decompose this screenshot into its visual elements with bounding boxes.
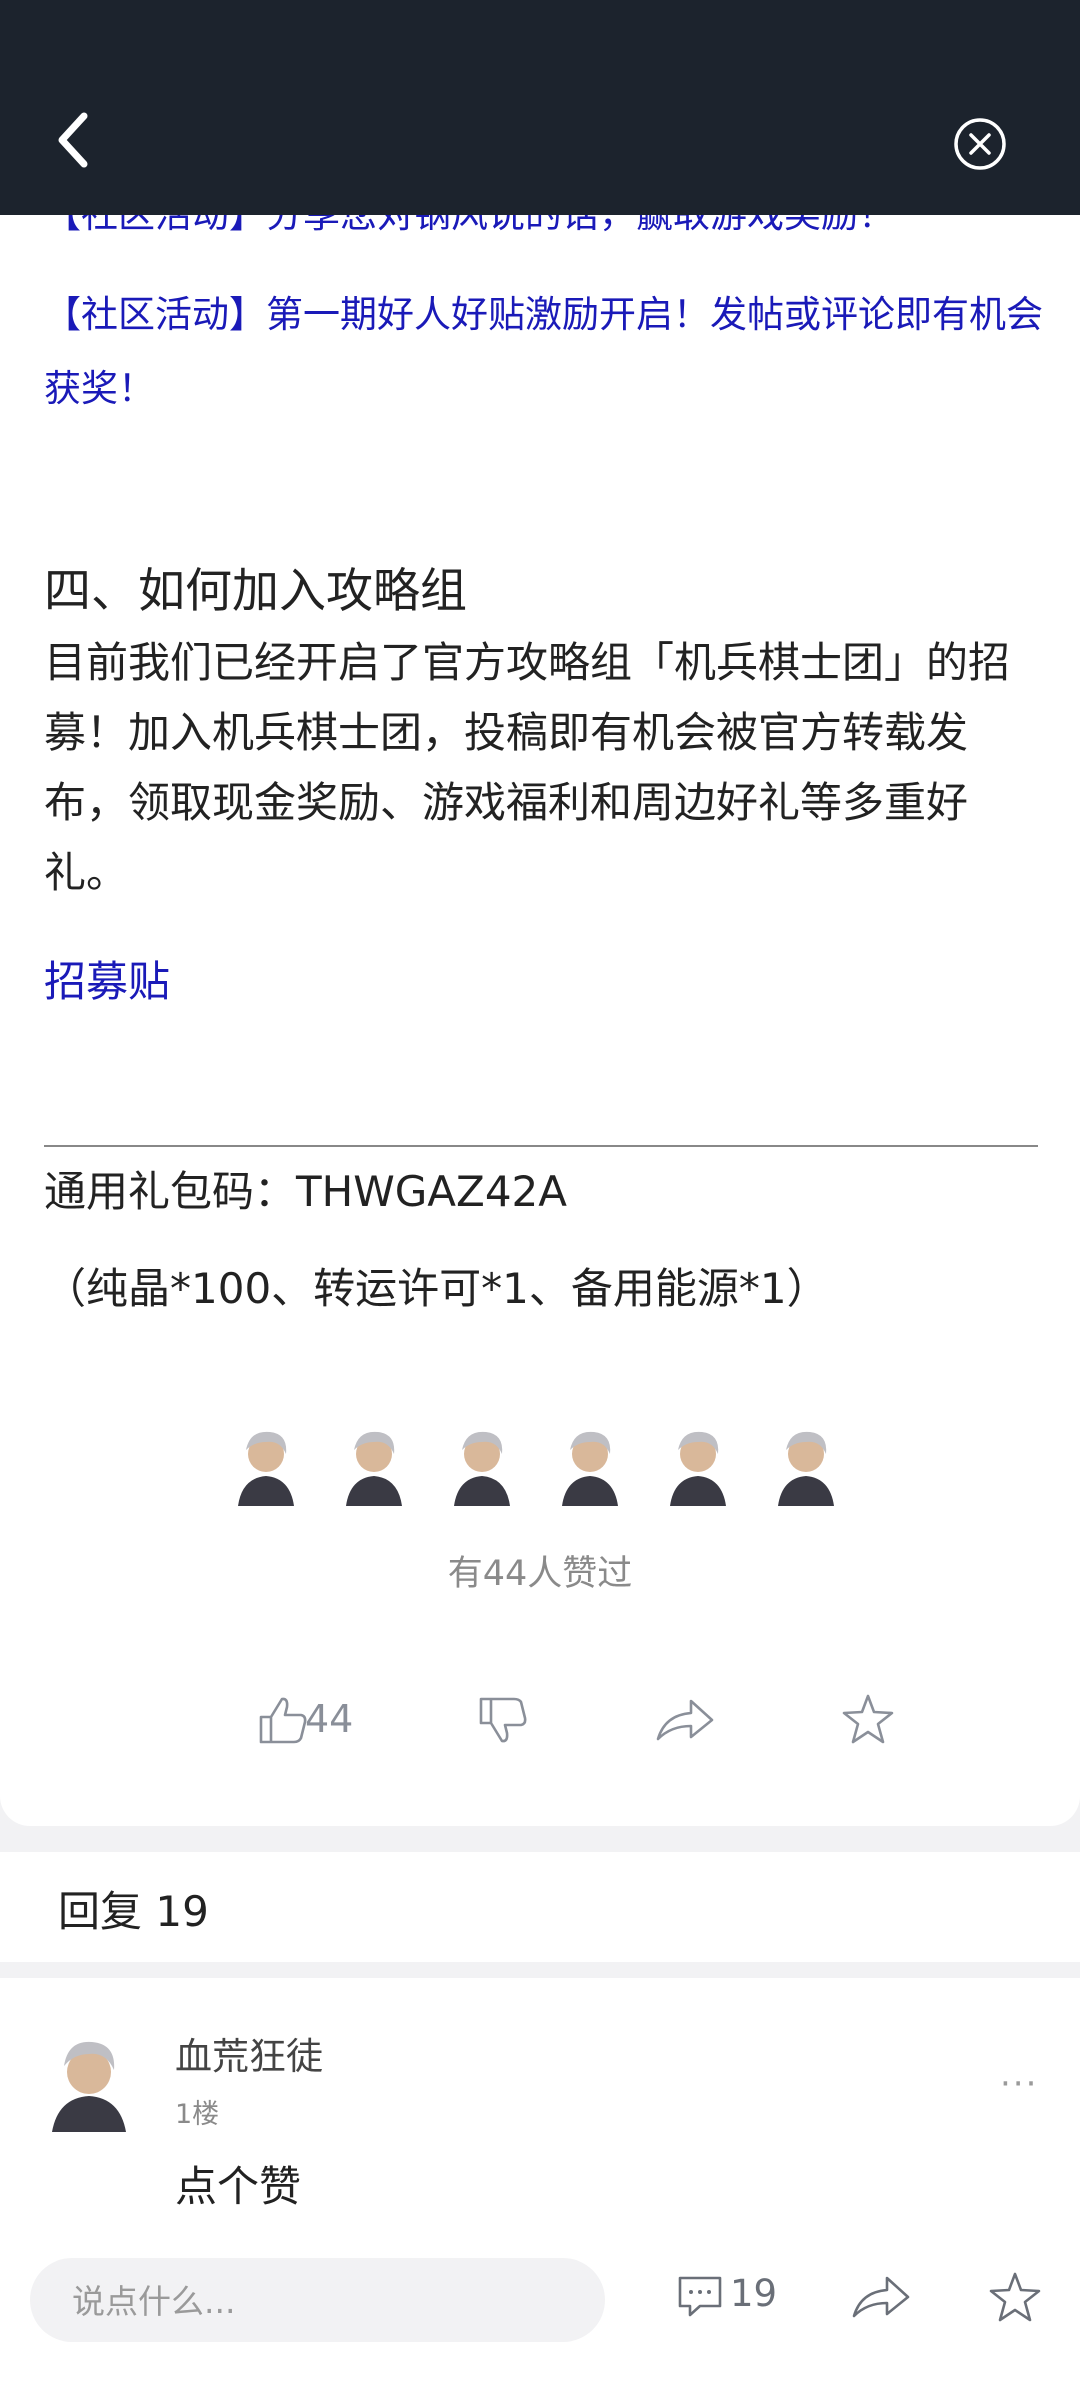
chevron-left-icon[interactable]	[50, 110, 100, 170]
comment-icon[interactable]	[676, 2272, 724, 2320]
liker-avatar	[778, 1431, 834, 1506]
like-count: 44	[305, 1697, 354, 1741]
body-paragraph: 目前我们已经开启了官方攻略组「机兵棋士团」的招募！加入机兵棋士团，投稿即有机会被…	[44, 638, 1011, 897]
comment-count: 19	[730, 2272, 778, 2315]
close-circle-icon[interactable]	[953, 117, 1007, 171]
liker-avatar	[562, 1431, 618, 1506]
star-icon[interactable]	[987, 2270, 1043, 2326]
comment-user-name[interactable]: 血荒狂徒	[175, 2026, 323, 2080]
likes-summary: 有44人赞过	[447, 1554, 633, 1594]
section-title: 四、如何加入攻略组	[44, 564, 467, 619]
gift-code-text: 通用礼包码：THWGAZ42A	[44, 1167, 567, 1216]
community-event-link-2[interactable]: 【社区活动】第一期好人好贴激励开启！发帖或评论即有机会获奖！	[44, 278, 1044, 426]
avatar[interactable]	[44, 2032, 134, 2132]
more-options-icon[interactable]: ···	[1000, 2064, 1038, 2104]
dislike-icon[interactable]	[478, 1690, 528, 1750]
top-bar	[0, 0, 1080, 215]
liker-avatar	[346, 1431, 402, 1506]
reply-input-placeholder: 说点什么...	[72, 2282, 236, 2321]
liker-avatar	[238, 1431, 294, 1506]
share-icon[interactable]	[655, 1690, 715, 1750]
article-body: 【社区活动】分享您对钢风说的话，赢取游戏奖励！ 【社区活动】第一期好人好贴激励开…	[0, 0, 1080, 1826]
like-icon[interactable]	[258, 1690, 308, 1750]
star-icon[interactable]	[840, 1690, 896, 1750]
gift-items-text: （纯晶*100、转运许可*1、备用能源*1）	[44, 1264, 829, 1313]
divider	[44, 1145, 1038, 1147]
recruit-post-link[interactable]: 招募贴	[44, 948, 170, 1009]
liker-avatar	[670, 1431, 726, 1506]
replies-count-label: 回复 19	[58, 1887, 209, 1936]
comment-text: 点个赞	[175, 2162, 302, 2211]
comment-floor: 1楼	[175, 2099, 220, 2130]
share-icon[interactable]	[851, 2272, 911, 2322]
liker-avatar	[454, 1431, 510, 1506]
